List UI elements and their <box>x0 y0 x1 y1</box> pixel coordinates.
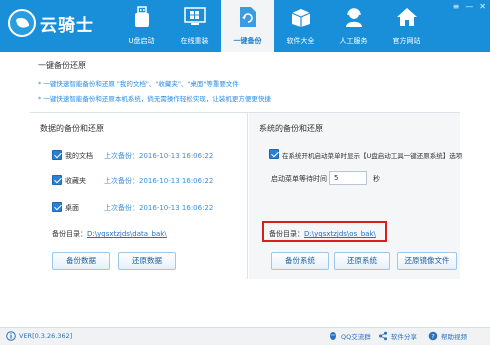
boot-wait-unit: 秒 <box>373 175 380 183</box>
data-backup-title: 数据的备份和还原 <box>40 124 104 133</box>
restore-system-button[interactable]: 还原系统 <box>334 252 390 270</box>
nav-online-reinstall[interactable]: 在线重装 <box>168 0 221 52</box>
boot-wait-label: 启动菜单等待时间 <box>271 175 327 183</box>
checkbox-my-documents[interactable] <box>52 150 62 160</box>
last-backup-my-documents: 上次备份：2016-10-13 16:06:22 <box>104 152 214 160</box>
backup-refresh-icon <box>237 6 259 28</box>
system-backup-panel: 系统的备份和还原 在系统开机启动菜单时显示【U盘启动工具一键还原系统】选项 启动… <box>249 113 463 279</box>
checkbox-desktop[interactable] <box>52 202 62 212</box>
window-controls: ≡ — ✕ <box>453 2 486 12</box>
version-info: VER[0.3.26.362] <box>6 331 72 341</box>
checkbox-favorites[interactable] <box>52 175 62 185</box>
nav-one-key-backup[interactable]: 一键备份 <box>221 0 274 52</box>
windows-icon <box>183 6 206 28</box>
lower-area <box>0 279 490 327</box>
menu-icon[interactable]: ≡ <box>453 2 460 12</box>
intro-line-2: * 一键快速智能备份和还原本机系统，倘无需操作轻松实现，让装机更方便更快捷 <box>38 95 271 103</box>
nav-software-center[interactable]: 软件大全 <box>274 0 327 52</box>
minimize-icon[interactable]: — <box>465 2 473 12</box>
intro-line-1: * 一键快速智能备份和还原 "我的文档"、"收藏夹"、"桌面"等重要文件 <box>38 80 239 88</box>
top-navigation-bar: 云骑士 U盘启动 在线重装 一键备份 软件大全 人工服务 官方网站 ≡ — ✕ <box>0 0 490 52</box>
svg-text:?: ? <box>431 333 434 341</box>
checkbox-show-boot-menu[interactable] <box>269 149 279 159</box>
intro-section: 一键备份还原 * 一键快速智能备份和还原 "我的文档"、"收藏夹"、"桌面"等重… <box>0 52 490 112</box>
nav-manual-service[interactable]: 人工服务 <box>327 0 380 52</box>
backup-system-button[interactable]: 备份系统 <box>271 252 329 270</box>
checkbox-label-desktop: 桌面 <box>65 204 79 212</box>
usb-icon <box>131 6 153 28</box>
help-icon: ? <box>428 331 438 341</box>
backup-dir-highlight <box>262 221 387 242</box>
share-icon <box>379 331 387 341</box>
qq-icon <box>330 332 336 340</box>
help-video-link[interactable]: ? 帮助视频 <box>428 331 467 341</box>
data-backup-panel: 数据的备份和还原 我的文档 上次备份：2016-10-13 16:06:22 收… <box>30 113 248 279</box>
status-bar: VER[0.3.26.362] QQ交流群 软件分享 ? 帮助视频 <box>0 327 490 345</box>
info-icon <box>6 331 16 341</box>
checkbox-label-favorites: 收藏夹 <box>65 177 86 185</box>
last-backup-favorites: 上次备份：2016-10-13 16:06:22 <box>104 177 214 185</box>
restore-data-button[interactable]: 还原数据 <box>118 252 176 270</box>
data-backup-dir: 备份目录：D:\yqsxtzjds\data_bak\ <box>52 230 167 238</box>
main-nav: U盘启动 在线重装 一键备份 软件大全 人工服务 官方网站 <box>115 0 433 52</box>
app-title: 云骑士 <box>40 15 94 36</box>
intro-title: 一键备份还原 <box>38 61 86 70</box>
nav-usb-boot[interactable]: U盘启动 <box>115 0 168 52</box>
knight-logo-icon <box>8 9 36 37</box>
share-link[interactable]: 软件分享 <box>378 331 417 341</box>
checkbox-label-my-documents: 我的文档 <box>65 152 93 160</box>
app-logo: 云骑士 <box>8 9 94 37</box>
restore-image-button[interactable]: 还原镜像文件 <box>397 252 457 270</box>
home-icon <box>396 6 418 28</box>
qq-group-link[interactable]: QQ交流群 <box>328 331 371 341</box>
close-icon[interactable]: ✕ <box>479 2 486 12</box>
support-icon <box>343 6 365 28</box>
data-backup-dir-link[interactable]: D:\yqsxtzjds\data_bak\ <box>87 230 167 238</box>
boot-wait-input[interactable]: 5 <box>329 171 367 185</box>
boot-menu-option-label: 在系统开机启动菜单时显示【U盘启动工具一键还原系统】选项 <box>282 152 463 160</box>
system-backup-title: 系统的备份和还原 <box>259 124 323 133</box>
last-backup-desktop: 上次备份：2016-10-13 16:06:22 <box>104 204 214 212</box>
nav-official-site[interactable]: 官方网站 <box>380 0 433 52</box>
backup-data-button[interactable]: 备份数据 <box>52 252 110 270</box>
software-box-icon <box>290 6 312 28</box>
